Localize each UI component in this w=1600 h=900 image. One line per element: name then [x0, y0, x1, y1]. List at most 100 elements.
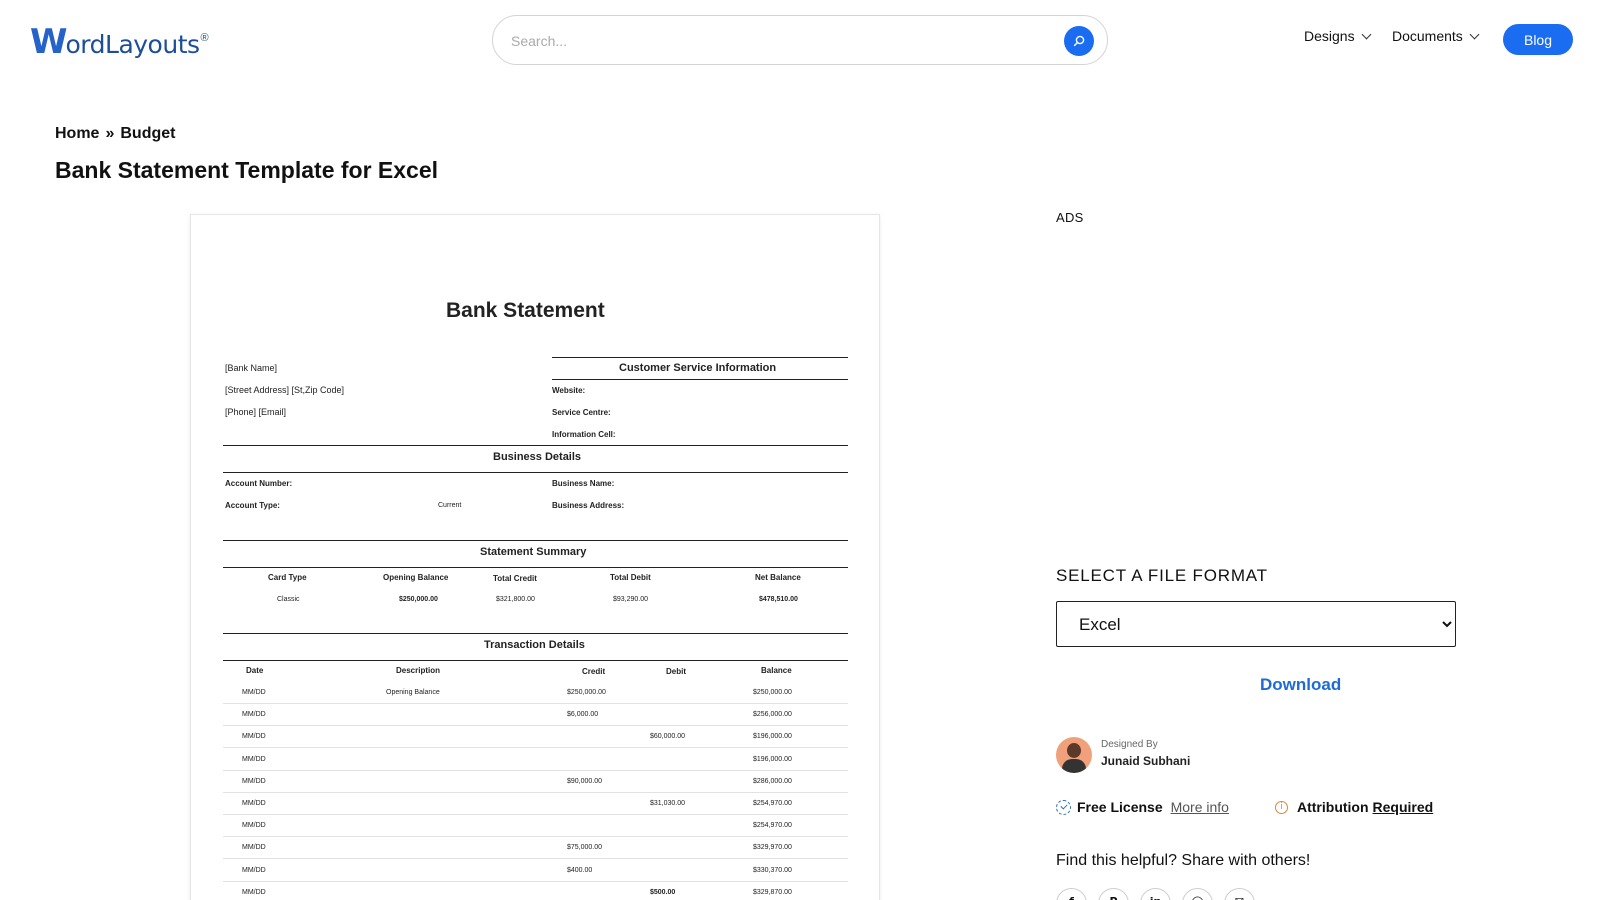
- nav-documents-label: Documents: [1392, 28, 1463, 44]
- divider: [552, 379, 848, 380]
- txn-date-cell: MM/DD: [242, 733, 266, 741]
- license-label: Free License: [1077, 799, 1163, 815]
- txn-debit-cell: $500.00: [650, 888, 676, 896]
- breadcrumb-budget[interactable]: Budget: [120, 125, 175, 143]
- txn-date-cell: MM/DD: [242, 888, 266, 896]
- txn-debit-cell: $60,000.00: [650, 733, 686, 741]
- summary-col-net-balance: Net Balance: [755, 573, 801, 582]
- row-divider: [223, 814, 848, 815]
- share-button-email[interactable]: ✉: [1224, 888, 1255, 900]
- template-preview[interactable]: Bank Statement [Bank Name] [Street Addre…: [190, 214, 880, 900]
- divider: [223, 445, 848, 446]
- txn-col-debit: Debit: [666, 667, 686, 676]
- attribution-label: Attribution: [1297, 799, 1369, 815]
- share-button-pinterest[interactable]: P: [1098, 888, 1129, 900]
- ads-label: ADS: [1056, 210, 1084, 225]
- blog-button[interactable]: Blog: [1503, 24, 1573, 55]
- download-button[interactable]: Download: [1260, 675, 1341, 695]
- nav-documents[interactable]: Documents: [1392, 28, 1480, 44]
- account-type-value: Current: [438, 502, 462, 509]
- email-icon: ✉: [1235, 895, 1244, 900]
- linkedin-icon: in: [1150, 895, 1162, 900]
- logo-registered-mark: ®: [200, 32, 209, 44]
- share-buttons: f Pin ◯ ✉: [1056, 888, 1255, 900]
- info-icon: i: [1275, 800, 1288, 814]
- txn-col-description: Description: [396, 666, 441, 675]
- txn-date-cell: MM/DD: [242, 777, 266, 785]
- transaction-details-heading: Transaction Details: [484, 639, 585, 651]
- attribution-required-link[interactable]: Required: [1373, 799, 1434, 815]
- chevron-down-icon: [1361, 29, 1372, 39]
- txn-credit-cell: $250,000.00: [567, 689, 606, 696]
- txn-col-balance: Balance: [761, 666, 792, 675]
- summary-total-debit-value: $93,290.00: [613, 596, 649, 603]
- summary-col-total-credit: Total Credit: [493, 574, 537, 583]
- txn-balance-cell: $254,970.00: [753, 800, 792, 807]
- website-label: Website:: [552, 386, 586, 395]
- row-divider: [223, 725, 848, 727]
- logo-text: ordLayouts: [65, 30, 201, 59]
- whatsapp-icon: ◯: [1191, 895, 1203, 900]
- designer-avatar: [1056, 737, 1092, 773]
- divider: [552, 357, 848, 358]
- row-divider: [223, 703, 848, 704]
- bank-name-line: [Bank Name]: [225, 363, 278, 373]
- row-divider: [223, 836, 848, 838]
- nav-designs-label: Designs: [1304, 28, 1355, 44]
- logo-initial: W: [30, 22, 67, 62]
- account-type-label: Account Type:: [225, 501, 280, 510]
- chevron-down-icon: [1469, 29, 1480, 39]
- pinterest-icon: P: [1109, 895, 1117, 900]
- row-divider: [223, 880, 848, 882]
- designer-name[interactable]: Junaid Subhani: [1101, 754, 1190, 768]
- txn-balance-cell: $196,000.00: [753, 733, 792, 741]
- business-details-heading: Business Details: [493, 451, 582, 463]
- site-header: W ordLayouts ® Designs Documents Blog: [0, 0, 1600, 80]
- file-format-select[interactable]: Excel: [1056, 601, 1456, 647]
- license-info: Free License More info: [1056, 799, 1229, 815]
- summary-col-card-type: Card Type: [268, 573, 307, 582]
- txn-date-cell: MM/DD: [242, 866, 266, 874]
- txn-balance-cell: $329,870.00: [753, 888, 792, 896]
- verified-badge-icon: [1056, 799, 1071, 815]
- nav-designs[interactable]: Designs: [1304, 28, 1372, 44]
- search-button[interactable]: [1064, 26, 1094, 56]
- customer-service-heading: Customer Service Information: [619, 362, 777, 374]
- txn-balance-cell: $330,370.00: [753, 866, 792, 874]
- txn-description-cell: Opening Balance: [386, 689, 440, 696]
- txn-credit-cell: $400.00: [567, 866, 593, 874]
- select-format-label: SELECT A FILE FORMAT: [1056, 566, 1268, 585]
- txn-col-date: Date: [246, 666, 264, 675]
- summary-col-opening-balance: Opening Balance: [383, 573, 449, 582]
- divider: [223, 472, 848, 473]
- txn-balance-cell: $250,000.00: [753, 689, 792, 696]
- summary-total-credit-value: $321,800.00: [496, 596, 535, 603]
- txn-date-cell: MM/DD: [242, 689, 266, 696]
- row-divider: [223, 769, 848, 771]
- breadcrumb-separator: »: [105, 125, 115, 142]
- page-title: Bank Statement Template for Excel: [55, 157, 439, 183]
- divider: [223, 567, 848, 568]
- divider: [223, 633, 848, 634]
- business-address-label: Business Address:: [552, 501, 625, 510]
- txn-col-credit: Credit: [582, 667, 606, 676]
- share-button-facebook[interactable]: f: [1056, 888, 1087, 900]
- account-number-label: Account Number:: [225, 479, 293, 488]
- share-button-linkedin[interactable]: in: [1140, 888, 1171, 900]
- divider: [223, 660, 848, 661]
- statement-summary-heading: Statement Summary: [480, 546, 587, 558]
- breadcrumb: Home » Budget: [55, 125, 175, 143]
- txn-debit-cell: $31,030.00: [650, 800, 686, 807]
- share-button-whatsapp[interactable]: ◯: [1182, 888, 1213, 900]
- txn-balance-cell: $286,000.00: [753, 777, 792, 785]
- txn-balance-cell: $329,970.00: [753, 844, 792, 852]
- txn-balance-cell: $254,970.00: [753, 822, 792, 830]
- site-logo[interactable]: W ordLayouts ®: [30, 22, 209, 62]
- breadcrumb-home[interactable]: Home: [55, 125, 99, 143]
- txn-credit-cell: $90,000.00: [567, 777, 603, 785]
- document-title: Bank Statement: [446, 299, 605, 322]
- row-divider: [223, 747, 848, 749]
- more-info-link[interactable]: More info: [1171, 799, 1229, 815]
- txn-date-cell: MM/DD: [242, 844, 266, 852]
- search-input[interactable]: [511, 28, 1031, 54]
